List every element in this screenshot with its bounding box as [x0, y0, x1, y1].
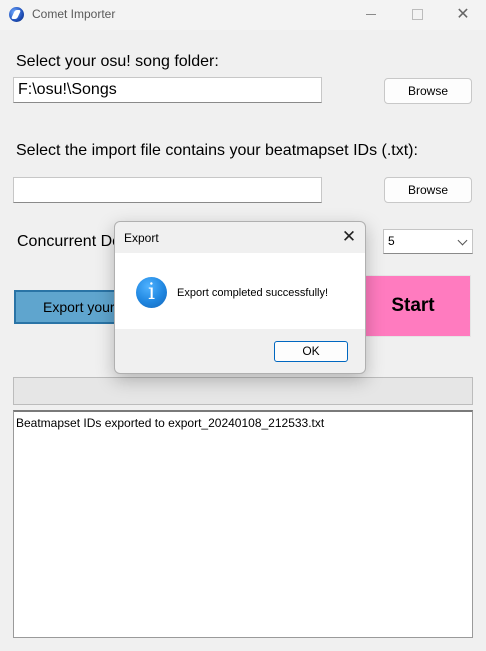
comet-icon — [9, 7, 24, 22]
log-textbox[interactable]: Beatmapset IDs exported to export_202401… — [13, 410, 473, 638]
import-file-input[interactable] — [13, 177, 322, 203]
import-file-label: Select the import file contains your bea… — [16, 142, 418, 159]
dialog-close-icon[interactable]: ✕ — [333, 222, 365, 252]
dialog-message: Export completed successfully! — [177, 287, 329, 299]
minimize-button[interactable] — [348, 0, 394, 30]
browse-song-folder-button[interactable]: Browse — [384, 78, 472, 104]
close-window-button[interactable]: ✕ — [440, 0, 486, 30]
info-icon: i — [136, 277, 167, 308]
start-button[interactable]: Start — [355, 275, 471, 337]
dialog-ok-button[interactable]: OK — [274, 341, 348, 362]
concurrent-downloads-value: 5 — [388, 234, 395, 248]
maximize-button[interactable] — [394, 0, 440, 30]
dialog-title: Export — [124, 231, 159, 245]
song-folder-label: Select your osu! song folder: — [16, 53, 219, 70]
concurrent-downloads-select[interactable]: 5 — [383, 229, 473, 254]
progress-bar — [13, 377, 473, 405]
chevron-down-icon — [457, 235, 468, 246]
window-title: Comet Importer — [32, 7, 116, 21]
dialog-body: i Export completed successfully! — [115, 253, 365, 329]
title-bar: Comet Importer ✕ — [0, 0, 486, 30]
browse-import-file-button[interactable]: Browse — [384, 177, 472, 203]
export-dialog: Export ✕ i Export completed successfully… — [114, 221, 366, 374]
song-folder-input[interactable]: F:\osu!\Songs — [13, 77, 322, 103]
concurrent-downloads-label: Concurrent Do — [17, 233, 122, 250]
log-line: Beatmapset IDs exported to export_202401… — [16, 416, 325, 430]
